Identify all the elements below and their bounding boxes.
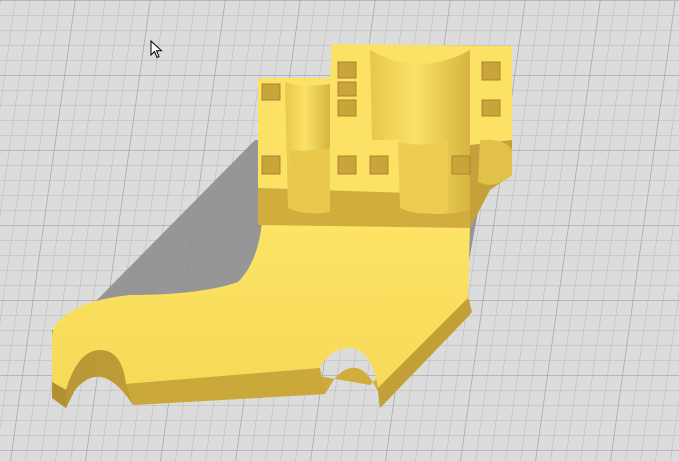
nut-trap-hole [451,155,471,175]
lower-cylinder-front [288,148,330,214]
nut-trap-hole [261,155,281,175]
nut-trap-hole [481,99,501,117]
nut-trap-hole [337,99,357,117]
nut-trap-hole [337,81,357,97]
nut-trap-hole [481,61,501,81]
right-lower-cylinder [398,140,448,214]
nut-trap-hole [369,155,389,175]
scene-canvas[interactable] [0,0,679,461]
nut-trap-hole [337,155,357,175]
upper-block-rounded-corner [478,139,512,185]
3d-viewport[interactable] [0,0,679,461]
arrow-cursor-icon [150,40,163,59]
nut-trap-hole [337,61,357,79]
nut-trap-hole [261,83,281,101]
